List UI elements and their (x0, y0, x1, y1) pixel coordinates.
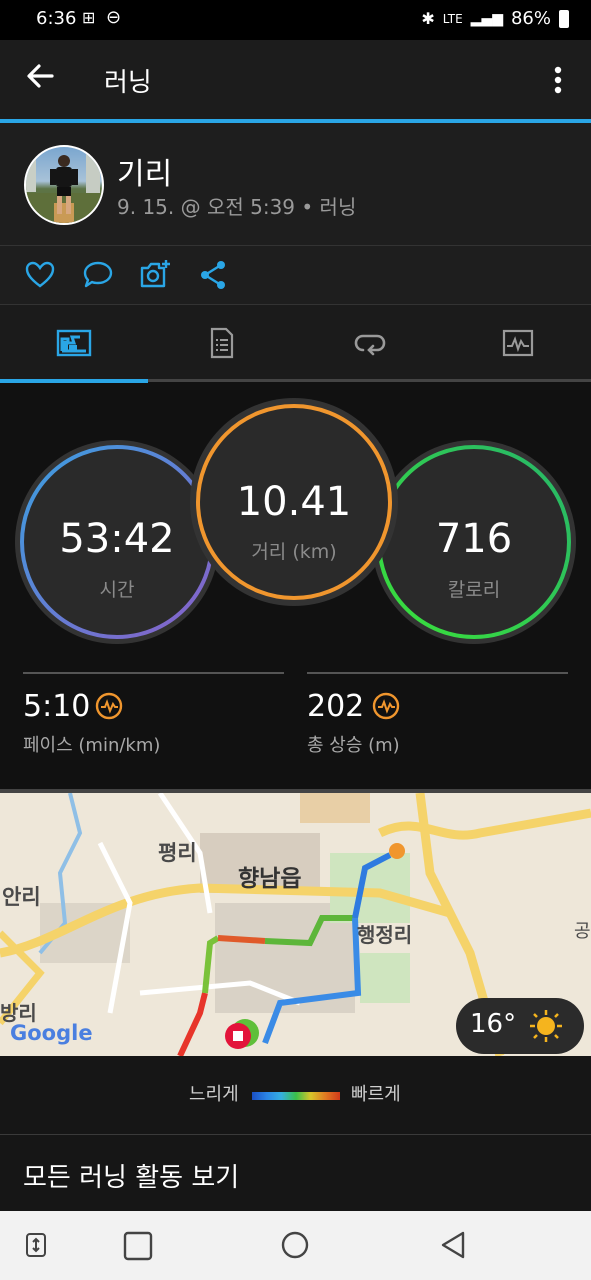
tab-charts[interactable] (444, 305, 591, 381)
pace-divider (23, 672, 284, 674)
keyboard-switch-icon[interactable] (25, 1232, 47, 1262)
distance-label: 거리 (km) (251, 541, 337, 563)
signal-icon: ▂▄▆ (470, 10, 503, 27)
bluetooth-icon: ✱ (421, 9, 435, 28)
status-right: ✱ LTE ▂▄▆ 86% (421, 8, 569, 29)
home-icon[interactable] (280, 1230, 310, 1264)
like-heart-icon[interactable] (25, 261, 55, 293)
pace-chart-icon[interactable] (95, 692, 123, 724)
action-row (0, 246, 591, 305)
ascent-divider (307, 672, 568, 674)
distance-circle[interactable]: 10.41 거리 (km) (189, 397, 399, 607)
tab-laps[interactable] (296, 305, 444, 381)
weather-chip[interactable]: 16° (456, 998, 584, 1054)
add-photo-camera-icon[interactable] (139, 258, 173, 294)
speed-legend: 느리게 빠르게 (0, 1056, 591, 1135)
pace-label: 페이스 (min/km) (23, 735, 161, 756)
calories-label: 칼로리 (447, 579, 501, 601)
back-icon[interactable] (438, 1230, 468, 1264)
calories-circle[interactable]: 716 칼로리 (370, 438, 578, 646)
loop-laps-icon (354, 334, 386, 356)
weather-temp: 16° (470, 1009, 517, 1039)
do-not-disturb-icon: ⊖ (106, 7, 122, 28)
tab-bar (0, 305, 591, 381)
recent-apps-icon[interactable] (123, 1231, 153, 1265)
tab-summary[interactable] (0, 305, 148, 381)
comment-icon[interactable] (82, 260, 114, 294)
avatar[interactable] (24, 145, 104, 225)
battery-icon (559, 9, 569, 28)
status-bar: 6:36 ⊞ ⊖ ✱ LTE ▂▄▆ 86% (0, 0, 591, 40)
ascent-value: 202 (307, 689, 365, 724)
activity-header: 기리 9. 15. @ 오전 5:39 • 러닝 (0, 123, 591, 246)
calories-value: 716 (435, 516, 513, 562)
google-logo: Google (10, 1021, 93, 1045)
document-list-icon (210, 327, 234, 359)
map-label-haengjeongri: 행정리 (357, 923, 413, 947)
ascent-chart-icon[interactable] (372, 692, 400, 724)
more-options-icon[interactable] (550, 64, 566, 100)
view-all-runs-row[interactable]: 모든 러닝 활동 보기 (0, 1135, 591, 1211)
app-bar: 러닝 (0, 40, 591, 120)
lte-icon: LTE (442, 11, 463, 26)
distance-value: 10.41 (236, 479, 352, 525)
map-label-pyeongri: 평리 (158, 841, 197, 865)
map-label-edge: 공 (574, 921, 591, 942)
legend-speed-gradient (252, 1092, 340, 1100)
activity-datetime: 9. 15. @ 오전 5:39 • 러닝 (117, 195, 357, 219)
tab-stats[interactable] (148, 305, 296, 381)
map-label-anri: 안리 (2, 885, 41, 909)
map-label-hyangnam: 향남읍 (238, 866, 302, 892)
ascent-label: 총 상승 (m) (307, 735, 400, 756)
share-icon[interactable] (199, 260, 227, 294)
sun-icon (528, 1008, 564, 1048)
battery-saver-icon: ⊞ (82, 8, 96, 27)
legend-slow-label: 느리게 (189, 1084, 239, 1105)
status-time: 6:36 (36, 8, 77, 29)
page-title: 러닝 (104, 68, 152, 98)
battery-percent: 86% (510, 8, 551, 29)
system-nav-bar (0, 1211, 591, 1280)
pace-value: 5:10 (23, 689, 91, 724)
summary-chart-icon (56, 329, 92, 357)
stats-panel: 53:42 시간 716 칼로리 10.41 거리 (km) 5:10 페이스 … (0, 383, 591, 788)
user-name: 기리 (117, 157, 173, 192)
view-all-runs-label: 모든 러닝 활동 보기 (23, 1163, 240, 1193)
graph-chart-icon (502, 329, 534, 357)
legend-fast-label: 빠르게 (351, 1084, 401, 1105)
route-map[interactable]: 평리 향남읍 안리 행정리 방리 공 Google 16° (0, 789, 591, 1056)
back-arrow-icon[interactable] (24, 60, 56, 96)
